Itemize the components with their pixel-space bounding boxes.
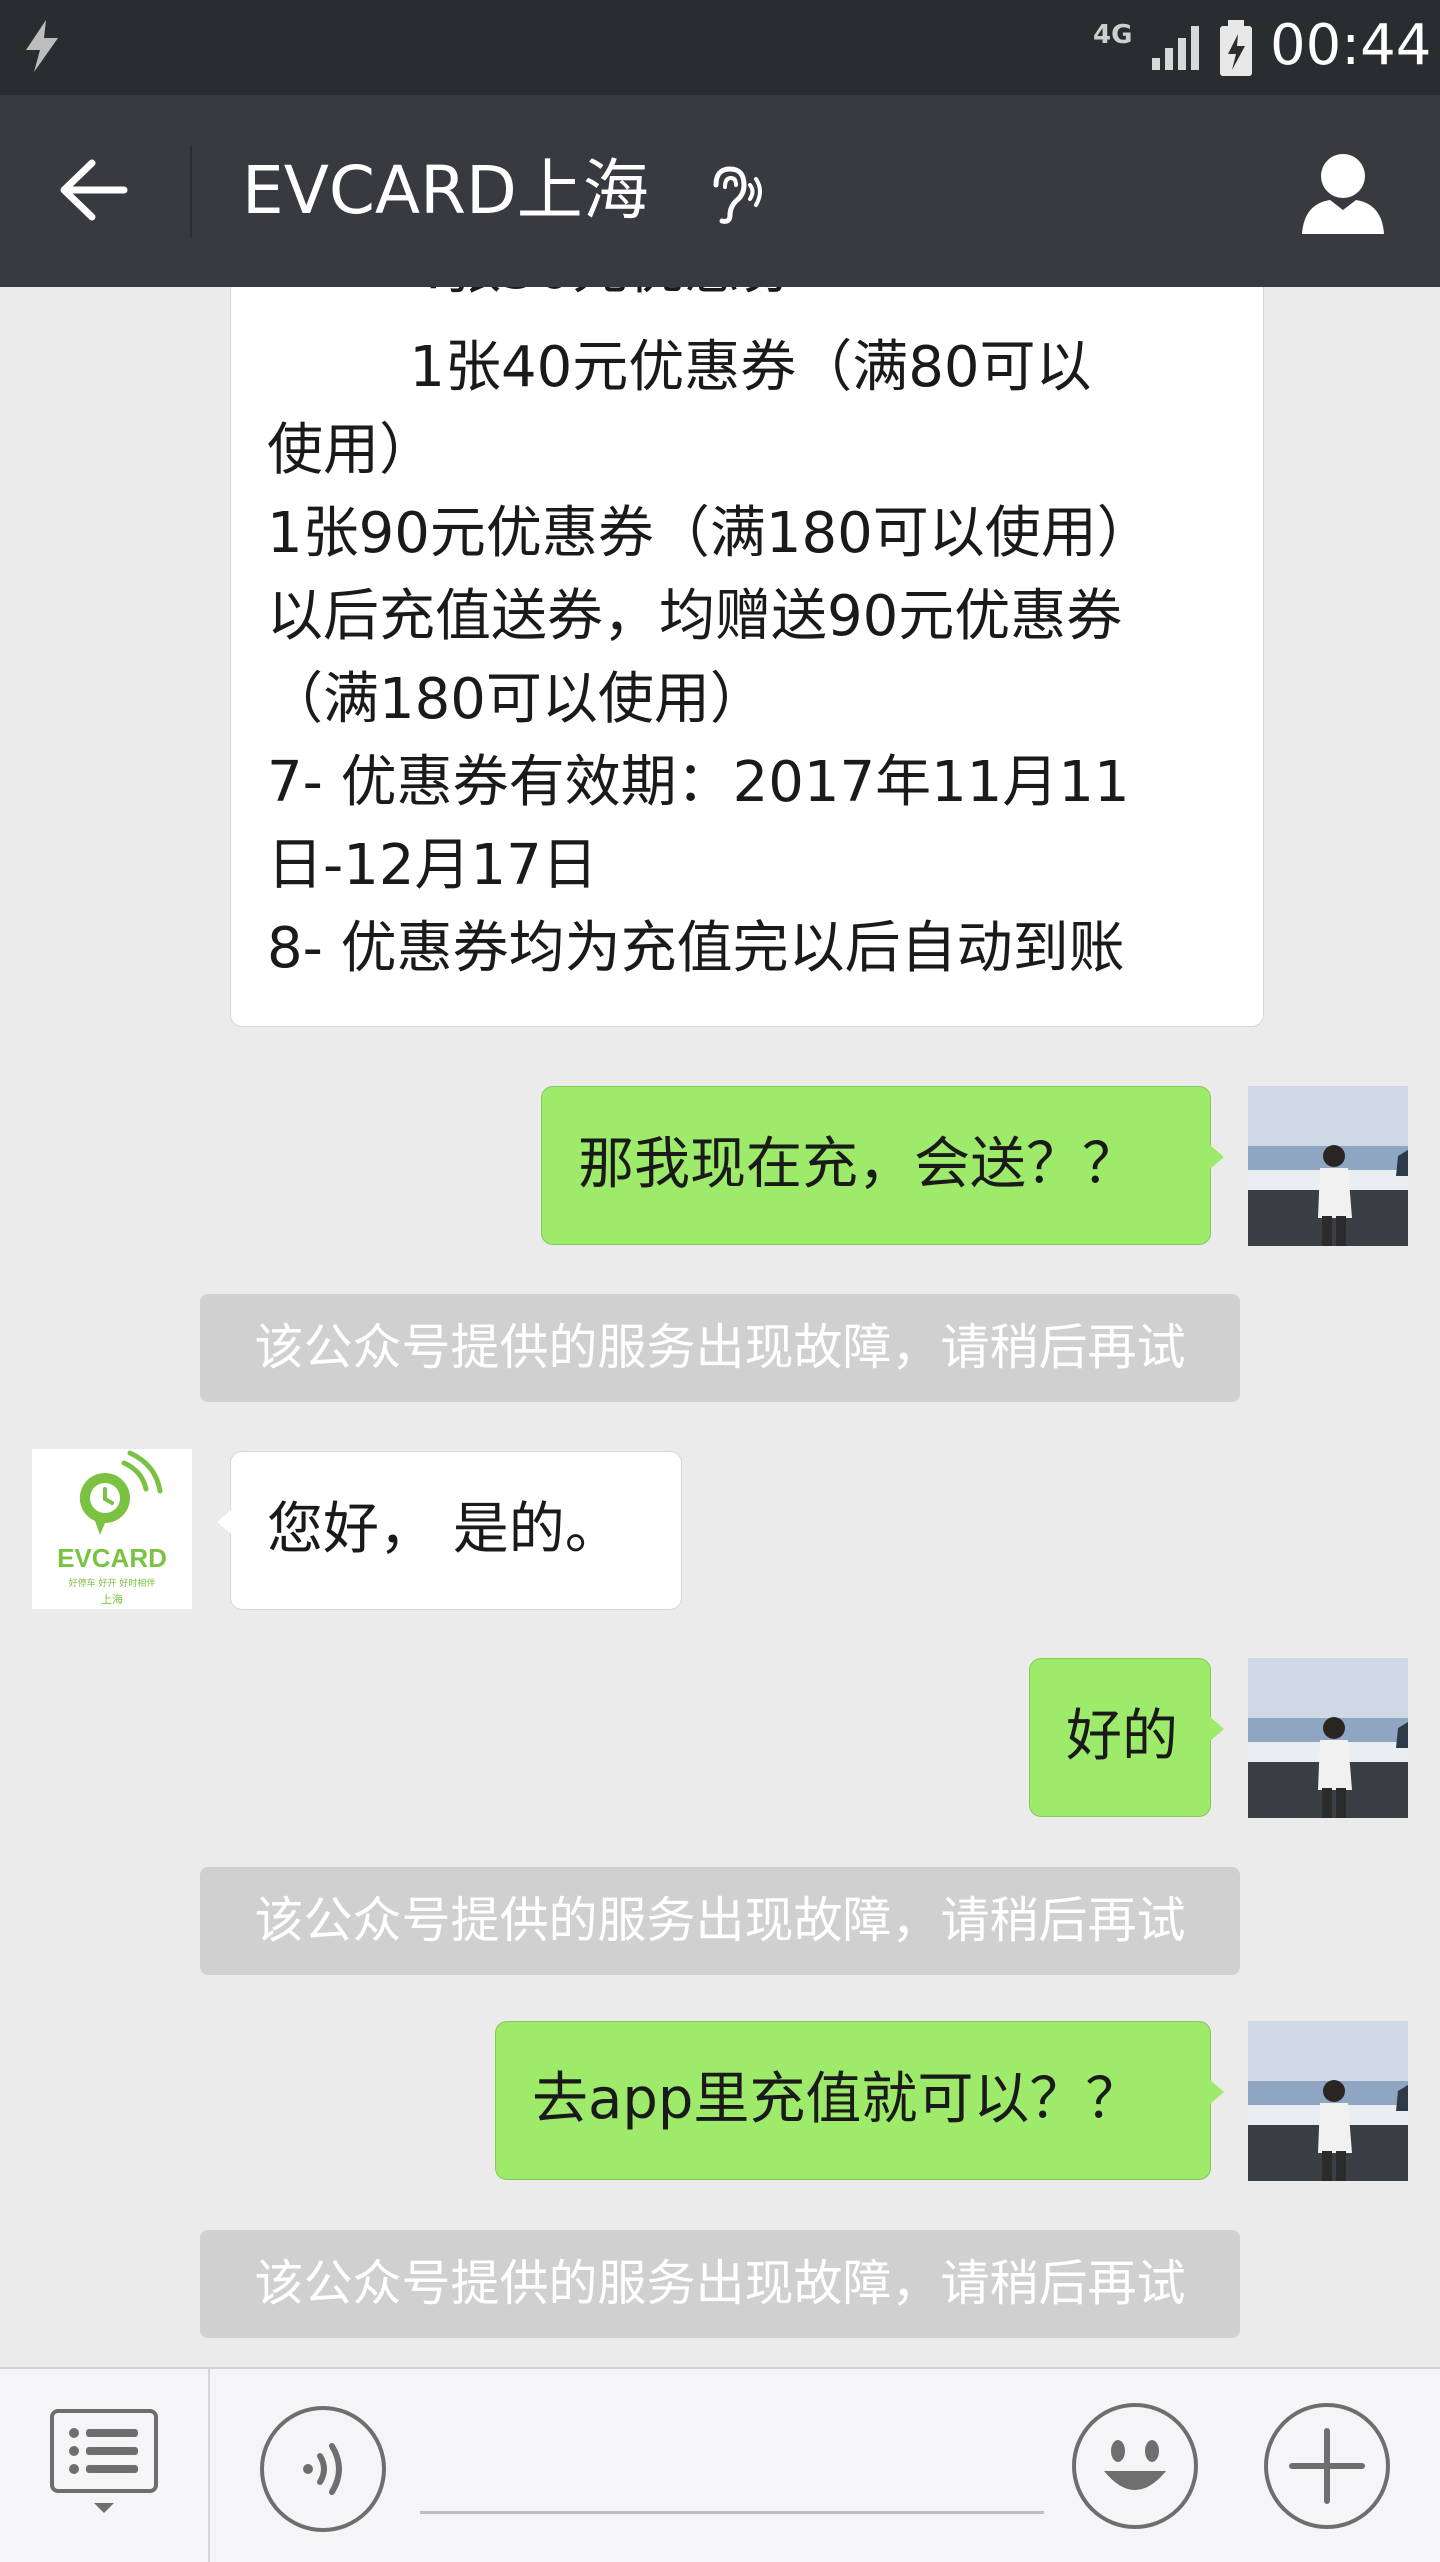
- message-list[interactable]: 4张30元优惠券 1张40元优惠券（满80可以 使用） 1张90元优惠券（满18…: [0, 287, 1440, 2367]
- chat-title: EVCARD上海: [242, 152, 649, 229]
- signal-icon: [1150, 20, 1208, 76]
- input-divider: [208, 2369, 210, 2562]
- lightning-icon: [20, 18, 64, 78]
- message-text: 您好， 是的。: [267, 1497, 621, 1562]
- emoji-icon[interactable]: [1070, 2401, 1200, 2535]
- message-bubble-sent[interactable]: 好的: [1029, 1658, 1224, 1817]
- status-bar: 4G 00:44: [0, 0, 1440, 95]
- earpiece-icon: [700, 163, 764, 231]
- clock-time: 00:44: [1270, 13, 1432, 78]
- plus-icon[interactable]: [1262, 2401, 1392, 2535]
- message-bubble-received[interactable]: 您好， 是的。: [217, 1451, 682, 1610]
- message-bubble-sent[interactable]: 那我现在充，会送？？: [541, 1086, 1224, 1245]
- avatar[interactable]: [1248, 2021, 1408, 2181]
- battery-charging-icon: [1218, 18, 1254, 82]
- input-bar: [0, 2367, 1440, 2562]
- header-divider: [190, 145, 192, 237]
- message-bubble-sent[interactable]: 去app里充值就可以？？: [495, 2021, 1224, 2180]
- message-line: 8- 优惠券均为充值完以后自动到账: [267, 916, 1125, 981]
- back-arrow-icon[interactable]: [58, 157, 128, 227]
- message-line: 4张30元优惠券: [267, 287, 796, 302]
- message-line: 日-12月17日: [267, 833, 598, 898]
- message-text: 去app里充值就可以？？: [532, 2067, 1142, 2132]
- message-line: 1张90元优惠券（满180可以使用）: [267, 501, 1153, 566]
- svg-text:EVCARD: EVCARD: [57, 1543, 167, 1573]
- message-text: 那我现在充，会送？？: [578, 1132, 1138, 1197]
- message-text: 好的: [1066, 1704, 1178, 1769]
- message-input[interactable]: [420, 2419, 1044, 2514]
- system-notice: 该公众号提供的服务出现故障，请稍后再试: [200, 1867, 1240, 1975]
- system-notice: 该公众号提供的服务出现故障，请稍后再试: [200, 2230, 1240, 2338]
- avatar[interactable]: EVCARD 好停车 好开 好时相伴 上海: [32, 1449, 192, 1609]
- message-line: 以后充值送券，均赠送90元优惠券: [267, 584, 1123, 649]
- voice-icon[interactable]: [258, 2404, 388, 2538]
- profile-icon[interactable]: [1298, 150, 1388, 240]
- avatar[interactable]: [1248, 1658, 1408, 1818]
- system-notice: 该公众号提供的服务出现故障，请稍后再试: [200, 1294, 1240, 1402]
- avatar[interactable]: [1248, 1086, 1408, 1246]
- message-bubble-received[interactable]: 4张30元优惠券 1张40元优惠券（满80可以 使用） 1张90元优惠券（满18…: [230, 287, 1264, 1027]
- message-line: 1张40元优惠券（满80可以: [267, 335, 1092, 400]
- chat-header: EVCARD上海: [0, 95, 1440, 287]
- message-line: 使用）: [267, 418, 435, 483]
- menu-list-icon[interactable]: [50, 2409, 160, 2523]
- message-line: 7- 优惠券有效期：2017年11月11: [267, 750, 1130, 815]
- network-type-label: 4G: [1093, 20, 1133, 50]
- message-line: （满180可以使用）: [267, 667, 766, 732]
- svg-text:好停车 好开 好时相伴: 好停车 好开 好时相伴: [69, 1577, 156, 1589]
- svg-text:上海: 上海: [101, 1592, 123, 1606]
